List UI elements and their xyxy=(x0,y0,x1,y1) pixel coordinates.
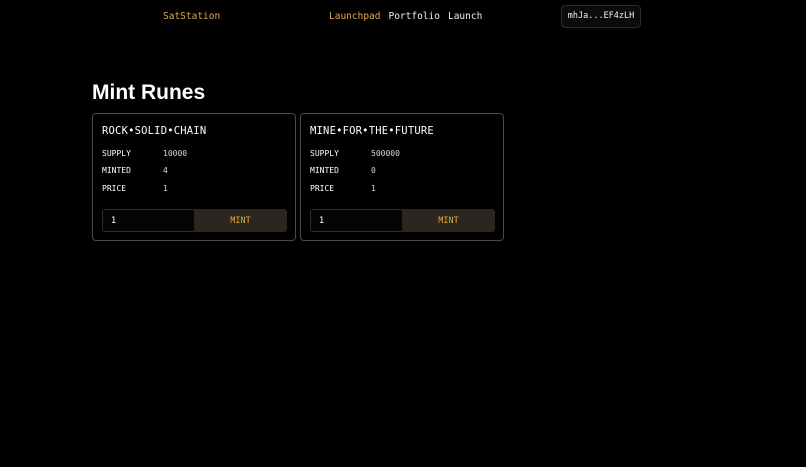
rune-name: MINE•FOR•THE•FUTURE xyxy=(310,125,434,137)
price-row: PRICE 1 xyxy=(310,183,376,194)
mint-controls: MINT xyxy=(310,209,495,232)
wallet-address-button[interactable]: mhJa...EF4zLH xyxy=(561,5,641,28)
price-row: PRICE 1 xyxy=(102,183,168,194)
minted-label: MINTED xyxy=(102,166,131,175)
price-value: 1 xyxy=(163,184,168,193)
supply-label: SUPPLY xyxy=(102,149,131,158)
rune-card: MINE•FOR•THE•FUTURE SUPPLY 500000 MINTED 0… xyxy=(300,113,504,241)
minted-row: MINTED 0 xyxy=(310,165,376,176)
page-title: Mint Runes xyxy=(92,81,206,104)
mint-quantity-input[interactable] xyxy=(102,209,194,232)
price-label: PRICE xyxy=(102,184,127,193)
mint-quantity-input[interactable] xyxy=(310,209,402,232)
supply-value: 10000 xyxy=(163,149,188,158)
minted-value: 0 xyxy=(371,166,376,175)
supply-label: SUPPLY xyxy=(310,149,339,158)
minted-value: 4 xyxy=(163,166,168,175)
price-label: PRICE xyxy=(310,184,335,193)
mint-button[interactable]: MINT xyxy=(194,209,287,232)
supply-value: 500000 xyxy=(371,149,400,158)
supply-row: SUPPLY 500000 xyxy=(310,148,400,159)
nav-launchpad[interactable]: Launchpad xyxy=(329,10,380,24)
price-value: 1 xyxy=(371,184,376,193)
minted-label: MINTED xyxy=(310,166,339,175)
mint-button[interactable]: MINT xyxy=(402,209,495,232)
main-nav: Launchpad Portfolio Launch xyxy=(329,10,482,24)
nav-portfolio[interactable]: Portfolio xyxy=(388,10,439,24)
brand-logo-link[interactable]: SatStation xyxy=(163,10,220,24)
nav-launch[interactable]: Launch xyxy=(448,10,482,24)
mint-controls: MINT xyxy=(102,209,287,232)
rune-card-list: ROCK•SOLID•CHAIN SUPPLY 10000 MINTED 4 PRI… xyxy=(92,113,504,241)
supply-row: SUPPLY 10000 xyxy=(102,148,187,159)
rune-card: ROCK•SOLID•CHAIN SUPPLY 10000 MINTED 4 PRI… xyxy=(92,113,296,241)
minted-row: MINTED 4 xyxy=(102,165,168,176)
rune-name: ROCK•SOLID•CHAIN xyxy=(102,125,207,137)
